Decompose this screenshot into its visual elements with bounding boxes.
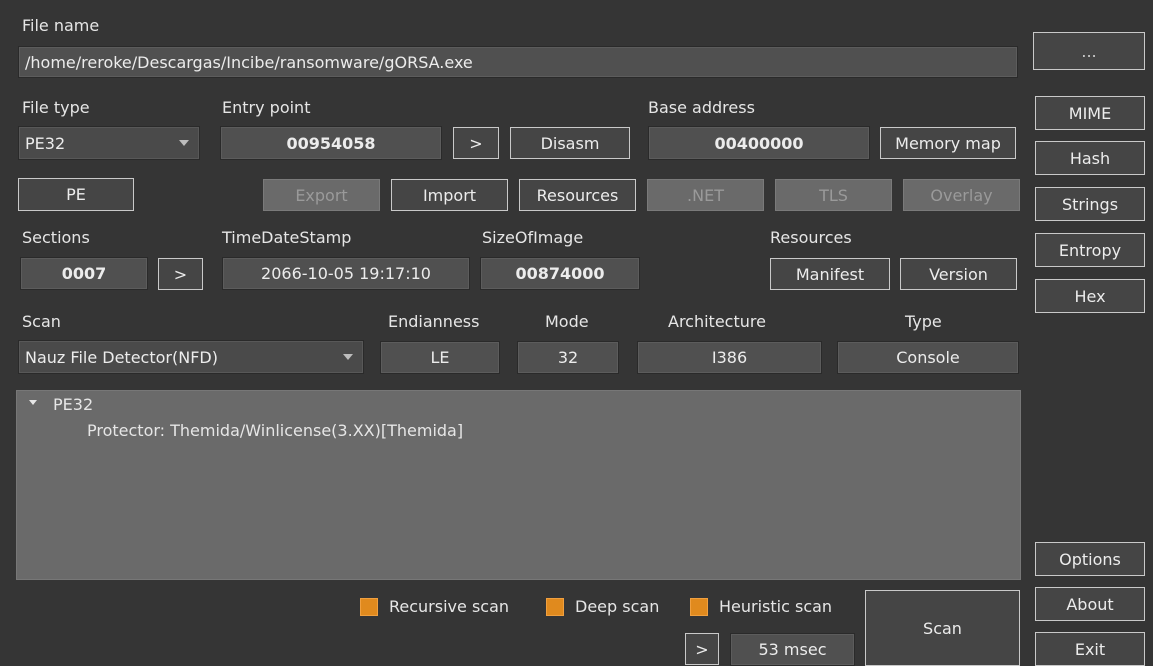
entropy-button[interactable]: Entropy [1035, 233, 1145, 267]
chevron-down-icon [343, 354, 353, 360]
file-path-field[interactable]: /home/reroke/Descargas/Incibe/ransomware… [18, 46, 1018, 78]
version-button[interactable]: Version [900, 258, 1017, 290]
strings-button[interactable]: Strings [1035, 187, 1145, 221]
scan-button[interactable]: Scan [865, 590, 1020, 666]
memory-map-button[interactable]: Memory map [880, 127, 1016, 159]
overlay-button[interactable]: Overlay [903, 179, 1020, 211]
timedatestamp-label: TimeDateStamp [222, 228, 352, 247]
endianness-label: Endianness [388, 312, 480, 331]
file-type-value: PE32 [25, 133, 66, 153]
about-button[interactable]: About [1035, 587, 1145, 621]
base-address-field[interactable]: 00400000 [648, 126, 870, 160]
scan-engine-value: Nauz File Detector(NFD) [25, 347, 218, 367]
resources-label: Resources [770, 228, 852, 247]
browse-button[interactable]: ... [1033, 32, 1145, 70]
hex-button[interactable]: Hex [1035, 279, 1145, 313]
exit-button[interactable]: Exit [1035, 632, 1145, 666]
manifest-button[interactable]: Manifest [770, 258, 890, 290]
sections-field[interactable]: 0007 [20, 257, 148, 290]
export-button[interactable]: Export [263, 179, 380, 211]
resources-button[interactable]: Resources [519, 179, 636, 211]
tls-button[interactable]: TLS [775, 179, 892, 211]
file-type-select[interactable]: PE32 [18, 126, 200, 160]
chevron-down-icon [179, 140, 189, 146]
base-address-label: Base address [648, 98, 755, 117]
scan-label: Scan [22, 312, 61, 331]
heuristic-scan-label: Heuristic scan [719, 597, 833, 616]
net-button[interactable]: .NET [647, 179, 764, 211]
elapsed-time-field: 53 msec [730, 633, 855, 666]
options-button[interactable]: Options [1035, 542, 1145, 576]
recursive-scan-checkbox[interactable] [360, 598, 378, 616]
heuristic-scan-checkbox[interactable] [690, 598, 708, 616]
results-root-node[interactable]: PE32 [53, 395, 93, 415]
import-button[interactable]: Import [391, 179, 508, 211]
size-of-image-field[interactable]: 00874000 [480, 257, 640, 290]
hash-button[interactable]: Hash [1035, 141, 1145, 175]
log-go-button[interactable]: > [685, 633, 719, 665]
results-item[interactable]: Protector: Themida/Winlicense(3.XX)[Them… [87, 421, 463, 441]
entry-point-label: Entry point [222, 98, 311, 117]
timedatestamp-field[interactable]: 2066-10-05 19:17:10 [222, 257, 470, 290]
mode-label: Mode [545, 312, 589, 331]
mode-field[interactable]: 32 [517, 341, 619, 374]
entry-point-field[interactable]: 00954058 [220, 126, 442, 160]
architecture-label: Architecture [668, 312, 766, 331]
pe-button[interactable]: PE [18, 178, 134, 211]
size-of-image-label: SizeOfImage [482, 228, 584, 247]
architecture-field[interactable]: I386 [637, 341, 822, 374]
file-name-label: File name [22, 16, 100, 35]
file-type-label: File type [22, 98, 90, 117]
recursive-scan-label: Recursive scan [389, 597, 510, 616]
sections-go-button[interactable]: > [158, 258, 203, 290]
collapse-arrow-icon[interactable] [29, 400, 37, 405]
type-field[interactable]: Console [837, 341, 1019, 374]
scan-results-tree[interactable]: PE32 Protector: Themida/Winlicense(3.XX)… [16, 390, 1021, 580]
endianness-field[interactable]: LE [380, 341, 500, 374]
sections-label: Sections [22, 228, 90, 247]
mime-button[interactable]: MIME [1035, 96, 1145, 130]
deep-scan-label: Deep scan [575, 597, 660, 616]
entry-point-go-button[interactable]: > [453, 127, 499, 159]
type-label: Type [905, 312, 942, 331]
disasm-button[interactable]: Disasm [510, 127, 630, 159]
deep-scan-checkbox[interactable] [546, 598, 564, 616]
scan-engine-select[interactable]: Nauz File Detector(NFD) [18, 340, 364, 374]
